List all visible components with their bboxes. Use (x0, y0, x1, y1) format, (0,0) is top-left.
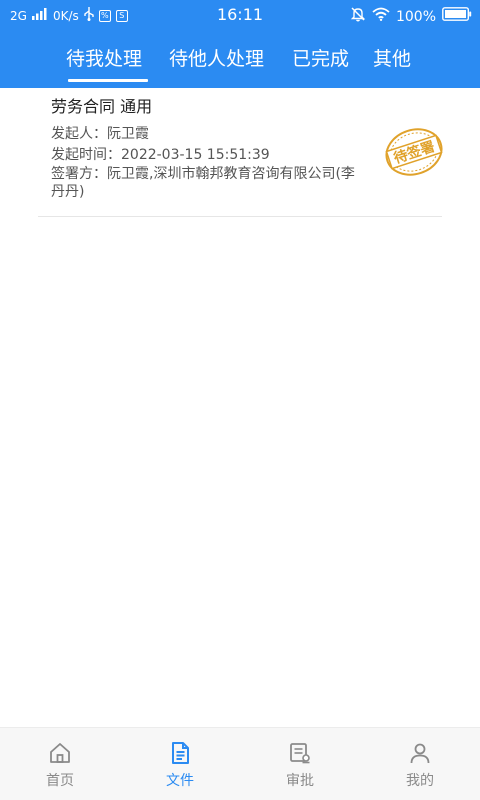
nav-home-label: 首页 (46, 773, 74, 789)
nav-files[interactable]: 文件 (120, 728, 240, 800)
document-time: 发起时间：2022-03-15 15:51:39 (51, 147, 270, 163)
pending-signature-stamp: 待签署 (382, 124, 446, 180)
app-screen: 2G 0K/s % S 16:11 100% 待我处理 待他人处理 已完成 其他… (0, 0, 480, 800)
wifi-icon (372, 7, 390, 26)
document-list-item[interactable]: 劳务合同 通用 发起人：阮卫霞 发起时间：2022-03-15 15:51:39… (38, 88, 443, 217)
tab-pending-others[interactable]: 待他人处理 (169, 47, 264, 77)
nav-approval-label: 审批 (286, 773, 314, 789)
user-icon (410, 743, 430, 764)
tab-bar: 待我处理 待他人处理 已完成 其他 (0, 44, 480, 88)
battery-icon (442, 7, 472, 26)
approval-icon (290, 743, 310, 764)
tab-pending-me[interactable]: 待我处理 (66, 47, 142, 77)
document-signers: 签署方：阮卫霞,深圳市翰邦教育咨询有限公司(李丹丹) (51, 166, 355, 200)
document-title: 劳务合同 通用 (51, 97, 153, 116)
nav-approval[interactable]: 审批 (240, 728, 360, 800)
nav-profile-label: 我的 (406, 773, 434, 789)
status-bar: 2G 0K/s % S 16:11 100% (0, 0, 480, 30)
home-icon (50, 743, 70, 763)
battery-percent: 100% (395, 8, 436, 25)
status-right: 100% (350, 6, 472, 27)
nav-profile[interactable]: 我的 (360, 728, 480, 800)
tab-completed[interactable]: 已完成 (292, 47, 349, 77)
file-icon (172, 742, 189, 764)
document-initiator: 发起人：阮卫霞 (51, 126, 149, 142)
active-tab-indicator (68, 79, 148, 82)
tab-other[interactable]: 其他 (373, 47, 411, 77)
header: 2G 0K/s % S 16:11 100% 待我处理 待他人处理 已完成 其他 (0, 0, 480, 88)
nav-files-label: 文件 (166, 773, 194, 789)
bottom-nav: 首页 文件 审批 我的 (0, 727, 480, 800)
mute-bell-icon (350, 6, 366, 27)
nav-home[interactable]: 首页 (0, 728, 120, 800)
